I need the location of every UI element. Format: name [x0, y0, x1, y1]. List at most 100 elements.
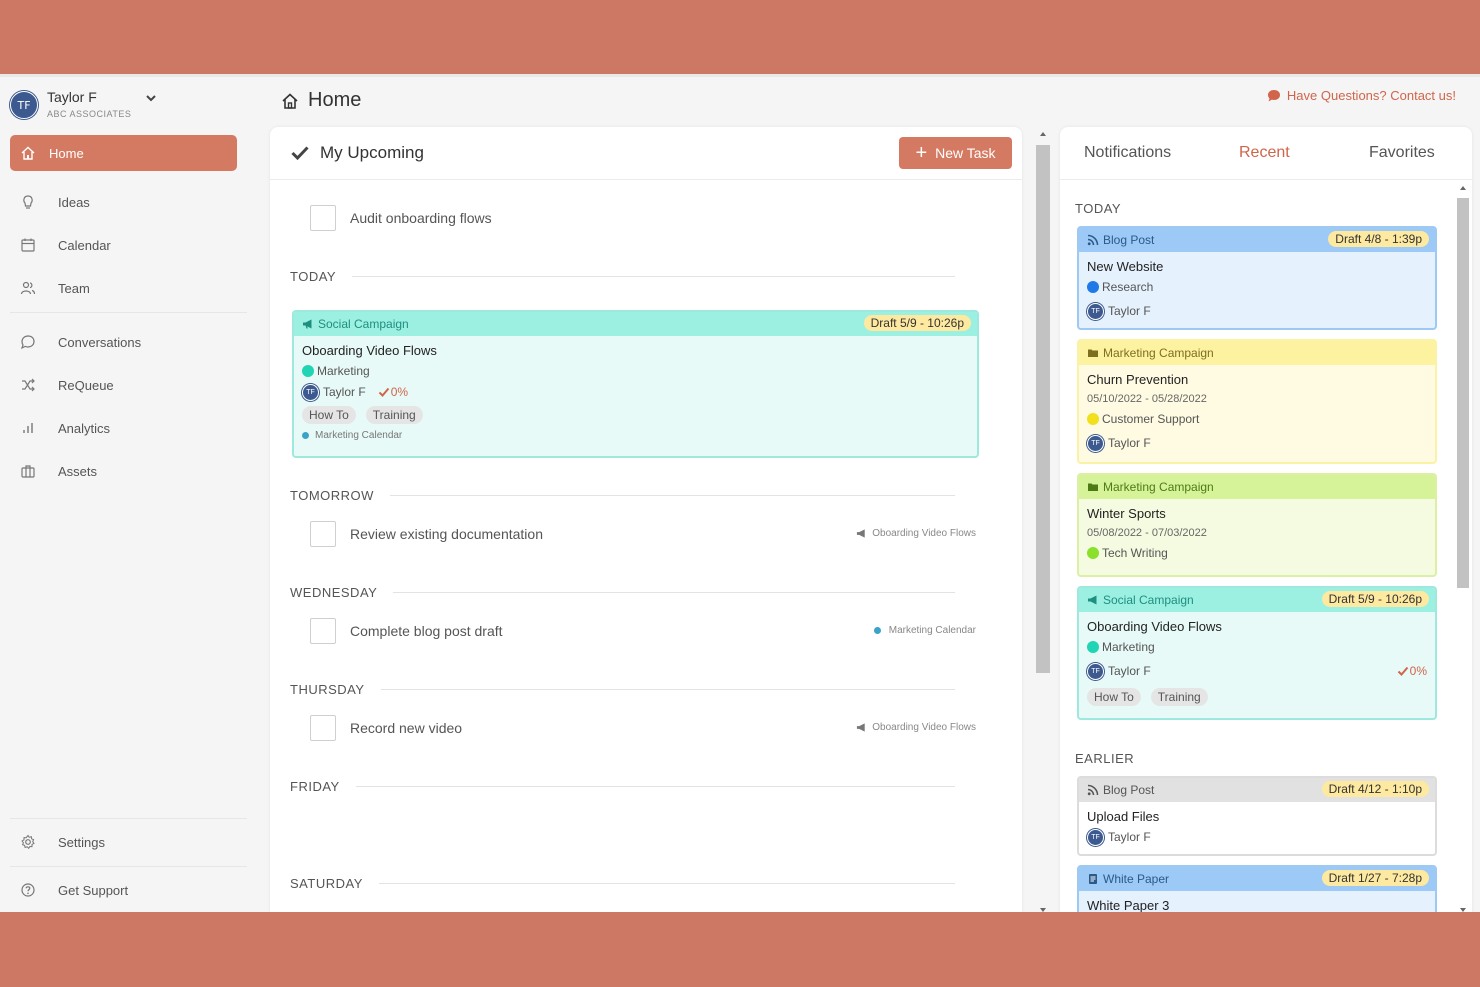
card-tags: How To Training: [302, 406, 969, 424]
sidebar-item-analytics[interactable]: Analytics: [10, 410, 237, 446]
task-checkbox[interactable]: [310, 205, 336, 231]
chat-bubble-icon: [1267, 89, 1280, 101]
task-label: Record new video: [350, 720, 463, 736]
folder-icon: [1087, 347, 1099, 359]
section-friday: FRIDAY: [290, 776, 955, 796]
sidebar-item-requeue[interactable]: ReQueue: [10, 367, 237, 403]
contact-link[interactable]: Have Questions? Contact us!: [1267, 88, 1456, 103]
card-header: Social Campaign Draft 5/9 - 10:26p: [1079, 588, 1435, 612]
scroll-up-icon[interactable]: [1040, 132, 1046, 136]
card-owner: TF Taylor F: [1087, 302, 1427, 320]
task-ref[interactable]: Marketing Calendar: [872, 624, 976, 636]
sidebar-item-ideas[interactable]: Ideas: [10, 184, 237, 220]
card-type: Social Campaign: [1103, 593, 1194, 607]
card-header: Social Campaign Draft 5/9 - 10:26p: [294, 312, 977, 336]
sidebar-item-calendar[interactable]: Calendar: [10, 227, 237, 263]
tab-notifications[interactable]: Notifications: [1084, 144, 1171, 162]
card-type: Blog Post: [1103, 233, 1155, 247]
scroll-thumb[interactable]: [1036, 145, 1050, 673]
user-menu[interactable]: TF Taylor F ABC ASSOCIATES: [10, 89, 250, 129]
chat-icon: [19, 333, 37, 351]
user-org: ABC ASSOCIATES: [47, 109, 132, 119]
section-today: TODAY: [1075, 201, 1122, 216]
task-ref[interactable]: Oboarding Video Flows: [855, 527, 976, 539]
card-body: Oboarding Video Flows Marketing TF Taylo…: [294, 336, 977, 449]
recent-card[interactable]: Blog Post Draft 4/12 - 1:10p Upload File…: [1077, 776, 1437, 856]
nav-divider: [10, 312, 247, 313]
card-body: New Website Research TF Taylor F: [1079, 252, 1435, 328]
task-card[interactable]: Social Campaign Draft 5/9 - 10:26p Oboar…: [292, 310, 979, 458]
card-type: Social Campaign: [318, 317, 409, 331]
card-body: White Paper 3: [1079, 891, 1435, 912]
folder-icon: [1087, 481, 1099, 493]
draft-badge: Draft 4/8 - 1:39p: [1328, 231, 1429, 247]
scroll-down-icon[interactable]: [1460, 908, 1466, 912]
help-icon: [19, 881, 37, 899]
recent-card[interactable]: White Paper Draft 1/27 - 7:28p White Pap…: [1077, 865, 1437, 912]
card-category: Tech Writing: [1087, 546, 1427, 560]
progress: 0%: [378, 385, 408, 399]
tab-favorites[interactable]: Favorites: [1369, 144, 1435, 162]
avatar: TF: [302, 383, 319, 401]
task-row: Complete blog post draft Marketing Calen…: [310, 617, 980, 645]
task-checkbox[interactable]: [310, 521, 336, 547]
card-type: Blog Post: [1103, 783, 1155, 797]
sidebar-item-team[interactable]: Team: [10, 270, 237, 306]
upcoming-panel: My Upcoming + New Task Audit onboarding …: [270, 127, 1022, 912]
card-owner: TF Taylor F 0%: [302, 383, 969, 401]
section-thursday: THURSDAY: [290, 679, 955, 699]
sidebar-item-label: Calendar: [58, 237, 111, 253]
new-task-button[interactable]: + New Task: [899, 137, 1012, 169]
card-title: Churn Prevention: [1087, 372, 1189, 387]
task-checkbox[interactable]: [310, 618, 336, 644]
new-task-label: New Task: [935, 145, 996, 161]
activity-scrollbar[interactable]: [1456, 182, 1470, 912]
check-icon: [291, 146, 309, 161]
draft-badge: Draft 4/12 - 1:10p: [1321, 781, 1429, 797]
calendar-icon: [19, 236, 37, 254]
card-title: Winter Sports: [1087, 506, 1166, 521]
upcoming-scrollbar[interactable]: [1036, 132, 1050, 912]
upcoming-title-text: My Upcoming: [320, 143, 424, 162]
card-title: Upload Files: [1087, 809, 1160, 824]
card-owner: TF Taylor F: [1087, 434, 1427, 452]
document-icon: [1087, 873, 1099, 885]
recent-card[interactable]: Social Campaign Draft 5/9 - 10:26p Oboar…: [1077, 586, 1437, 720]
megaphone-icon: [1087, 594, 1099, 606]
task-label: Complete blog post draft: [350, 623, 503, 639]
sidebar-item-label: Ideas: [58, 194, 90, 210]
avatar: TF: [1087, 302, 1104, 320]
task-checkbox[interactable]: [310, 715, 336, 741]
team-icon: [19, 279, 37, 297]
scroll-up-icon[interactable]: [1460, 186, 1466, 190]
tab-recent[interactable]: Recent: [1239, 144, 1290, 162]
sidebar-item-support[interactable]: Get Support: [10, 872, 237, 908]
avatar: TF: [1087, 434, 1104, 452]
card-category: Customer Support: [1087, 412, 1427, 426]
megaphone-icon: [302, 318, 314, 330]
sidebar-item-conversations[interactable]: Conversations: [10, 324, 237, 360]
card-body: Churn Prevention 05/10/2022 - 05/28/2022…: [1079, 365, 1435, 462]
recent-card[interactable]: Marketing Campaign Churn Prevention 05/1…: [1077, 339, 1437, 464]
recent-card[interactable]: Marketing Campaign Winter Sports 05/08/2…: [1077, 473, 1437, 577]
sidebar-item-settings[interactable]: Settings: [10, 824, 237, 860]
sidebar-bottom-nav: Settings Get Support: [10, 824, 237, 912]
avatar: TF: [1087, 828, 1104, 846]
card-dates: 05/08/2022 - 07/03/2022: [1087, 527, 1207, 539]
check-icon: [1397, 666, 1408, 676]
lightbulb-icon: [19, 193, 37, 211]
scroll-down-icon[interactable]: [1040, 908, 1046, 912]
sidebar-item-assets[interactable]: Assets: [10, 453, 237, 489]
card-category: Research: [1087, 280, 1427, 294]
category-dot: [302, 365, 314, 377]
sidebar-item-label: Team: [58, 280, 90, 296]
recent-card[interactable]: Blog Post Draft 4/8 - 1:39p New Website …: [1077, 226, 1437, 330]
sidebar-item-home[interactable]: Home: [10, 135, 237, 171]
megaphone-icon: [855, 527, 867, 539]
chevron-down-icon[interactable]: [144, 91, 158, 105]
task-ref[interactable]: Oboarding Video Flows: [855, 721, 976, 733]
scroll-thumb[interactable]: [1457, 198, 1469, 588]
section-earlier: EARLIER: [1075, 751, 1135, 766]
card-calendar: Marketing Calendar: [302, 430, 969, 441]
task-label: Audit onboarding flows: [350, 210, 492, 226]
